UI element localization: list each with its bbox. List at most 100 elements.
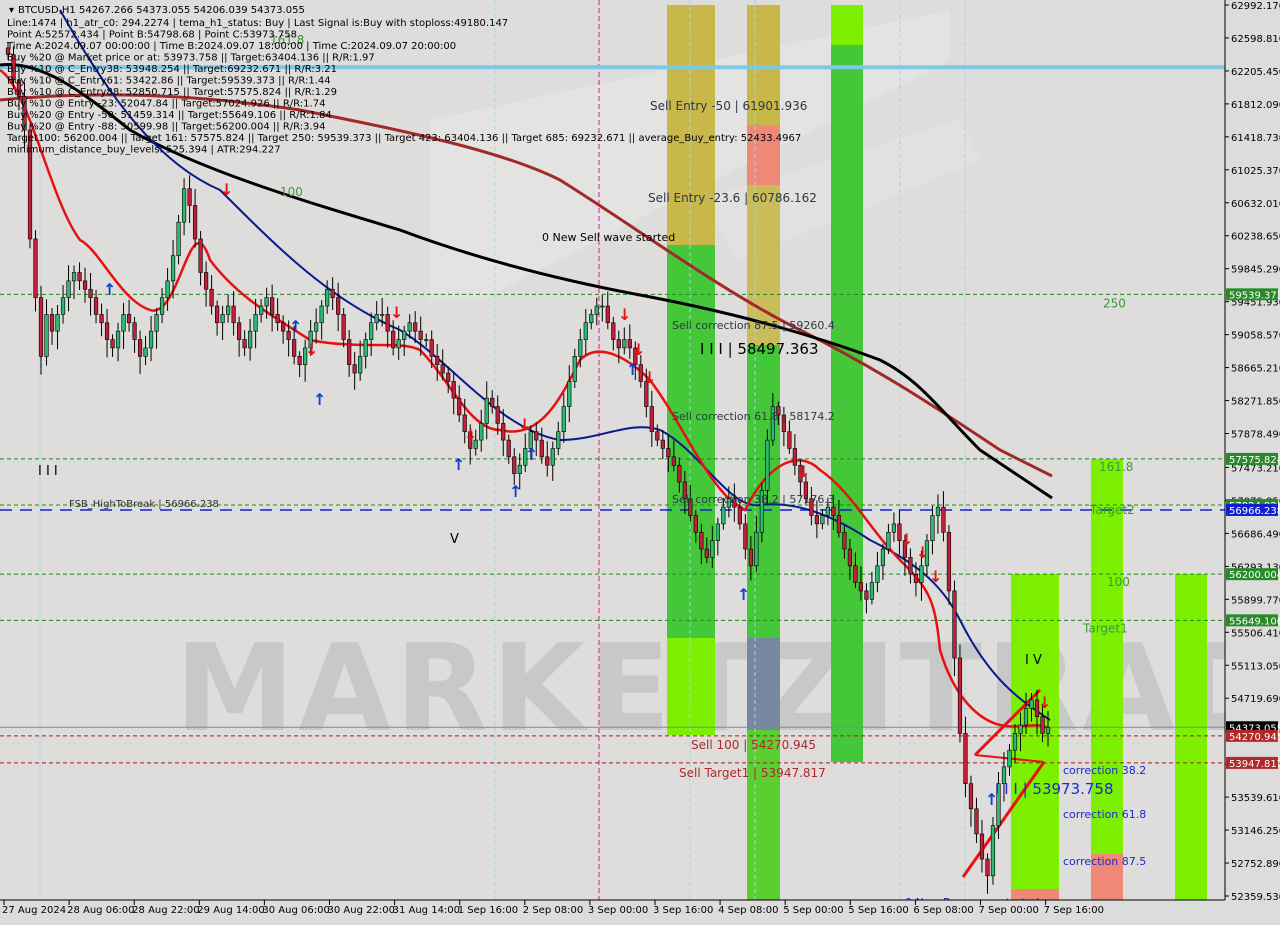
wave-III-label: I I I xyxy=(38,464,58,479)
fib-level-161-8-label: 161.8 xyxy=(1099,460,1133,474)
candle xyxy=(957,657,963,734)
candle xyxy=(660,439,665,449)
sell-arrow-icon: ↓ xyxy=(464,425,477,444)
candle xyxy=(930,515,935,541)
candle xyxy=(132,322,137,340)
candle xyxy=(275,314,280,324)
correction-38-2-label: correction 38.2 xyxy=(1063,764,1146,777)
candle xyxy=(424,339,429,341)
candle xyxy=(159,297,165,315)
candle xyxy=(545,456,550,466)
zone-lime-1 xyxy=(667,638,715,735)
correction-87-5-label: correction 87.5 xyxy=(1063,855,1146,868)
sell-correction-38-2-label: Sell correction 38.2 | 57176.3 xyxy=(672,493,835,506)
candle xyxy=(451,381,456,399)
price-tick-label: 57878.490 xyxy=(1231,430,1280,441)
candle xyxy=(209,288,214,307)
zone-lime-6 xyxy=(1175,574,1207,900)
candle xyxy=(501,423,506,441)
price-tick-label: 52359.530 xyxy=(1231,892,1280,903)
candle xyxy=(737,506,742,525)
candle xyxy=(913,573,919,583)
candle xyxy=(407,322,412,332)
candle xyxy=(259,305,264,315)
sell-arrow-icon: ↓ xyxy=(916,543,929,562)
candle xyxy=(374,314,379,324)
candle xyxy=(572,355,577,382)
info-line: Buy %10 @ C_Entry88: 52850.715 || Target… xyxy=(7,87,337,98)
price-tick-label: 55506.410 xyxy=(1231,628,1280,639)
candle xyxy=(616,339,621,349)
info-line: minimum_distance_buy_levels: 525.394 | A… xyxy=(7,145,281,156)
candle xyxy=(842,531,847,550)
candle xyxy=(143,347,148,357)
price-tag-label: 57575.824 xyxy=(1229,455,1280,466)
candle xyxy=(1045,726,1051,734)
candle xyxy=(314,322,319,332)
time-tick-label: 28 Aug 22:00 xyxy=(132,905,199,916)
wave-III-buy-label: I I I | 53973.758 xyxy=(995,780,1114,798)
price-tick-label: 58271.850 xyxy=(1231,397,1280,408)
candle xyxy=(242,339,247,349)
buy-arrow-icon: ↑ xyxy=(525,445,538,464)
info-line: Buy %10 @ C_Entry61: 53422.86 || Target:… xyxy=(7,76,331,87)
price-tick-label: 62205.450 xyxy=(1231,67,1280,78)
candle xyxy=(115,330,121,349)
symbol-icon: ▾ xyxy=(9,5,14,16)
candle xyxy=(292,339,297,357)
candle xyxy=(154,314,159,332)
wave-III-sell-label: I I I | 58497.363 xyxy=(700,340,819,358)
time-tick-label: 30 Aug 06:00 xyxy=(262,905,329,916)
candle xyxy=(952,590,957,659)
new-sell-wave-label: 0 New Sell wave started xyxy=(542,231,675,244)
candle xyxy=(33,238,38,298)
candle xyxy=(336,297,341,315)
candle xyxy=(704,548,709,558)
candle xyxy=(446,372,451,382)
info-line: Point A:52572.434 | Point B:54798.68 | P… xyxy=(7,30,297,41)
price-tag-label: 55649.106 xyxy=(1229,616,1280,627)
price-tick-label: 56686.490 xyxy=(1231,529,1280,540)
time-tick-label: 30 Aug 22:00 xyxy=(328,905,395,916)
candle xyxy=(605,305,610,324)
candle xyxy=(743,523,748,550)
candle xyxy=(126,314,132,324)
candle xyxy=(484,397,489,424)
candle xyxy=(534,431,539,441)
candle xyxy=(198,238,203,273)
candle xyxy=(974,808,979,835)
buy-arrow-icon: ↑ xyxy=(313,390,326,409)
chart-canvas[interactable]: MARKETZITRADE 250161.8Target2FSB_HighToB… xyxy=(0,0,1280,920)
candle xyxy=(820,515,825,525)
fsb-high-to-break-label: FSB_HighToBreak | 56966.238 xyxy=(69,499,219,510)
candle xyxy=(1029,699,1034,709)
candle xyxy=(396,339,401,349)
sell-target1-label: Sell Target1 | 53947.817 xyxy=(679,766,826,780)
price-tick-label: 60632.010 xyxy=(1231,199,1280,210)
candle xyxy=(754,531,759,567)
candle xyxy=(490,397,495,407)
candle xyxy=(253,314,258,332)
candle xyxy=(226,305,231,315)
price-tick-label: 55899.770 xyxy=(1231,595,1280,606)
sell-arrow-icon: ↓ xyxy=(632,340,645,359)
price-tick-label: 53146.250 xyxy=(1231,826,1280,837)
candle xyxy=(589,314,594,324)
sell-100-label: Sell 100 | 54270.945 xyxy=(691,738,816,752)
candle xyxy=(121,314,126,332)
candle xyxy=(281,322,286,332)
zone-slate-2 xyxy=(747,638,780,730)
candle xyxy=(435,355,440,365)
candle xyxy=(215,305,220,324)
candle xyxy=(594,305,599,315)
trading-chart[interactable]: MARKETZITRADE 250 161.8 Target2 FSB_HighToB… xyxy=(0,0,1280,920)
price-tick-label: 62598.810 xyxy=(1231,34,1280,45)
sell-arrow-icon: ↓ xyxy=(390,303,403,322)
candle xyxy=(352,364,357,374)
candle xyxy=(715,523,720,541)
candle xyxy=(231,305,236,324)
time-tick-label: 4 Sep 08:00 xyxy=(718,905,778,916)
time-tick-label: 5 Sep 16:00 xyxy=(848,905,908,916)
price-tick-label: 61418.730 xyxy=(1231,133,1280,144)
candle xyxy=(457,397,462,416)
